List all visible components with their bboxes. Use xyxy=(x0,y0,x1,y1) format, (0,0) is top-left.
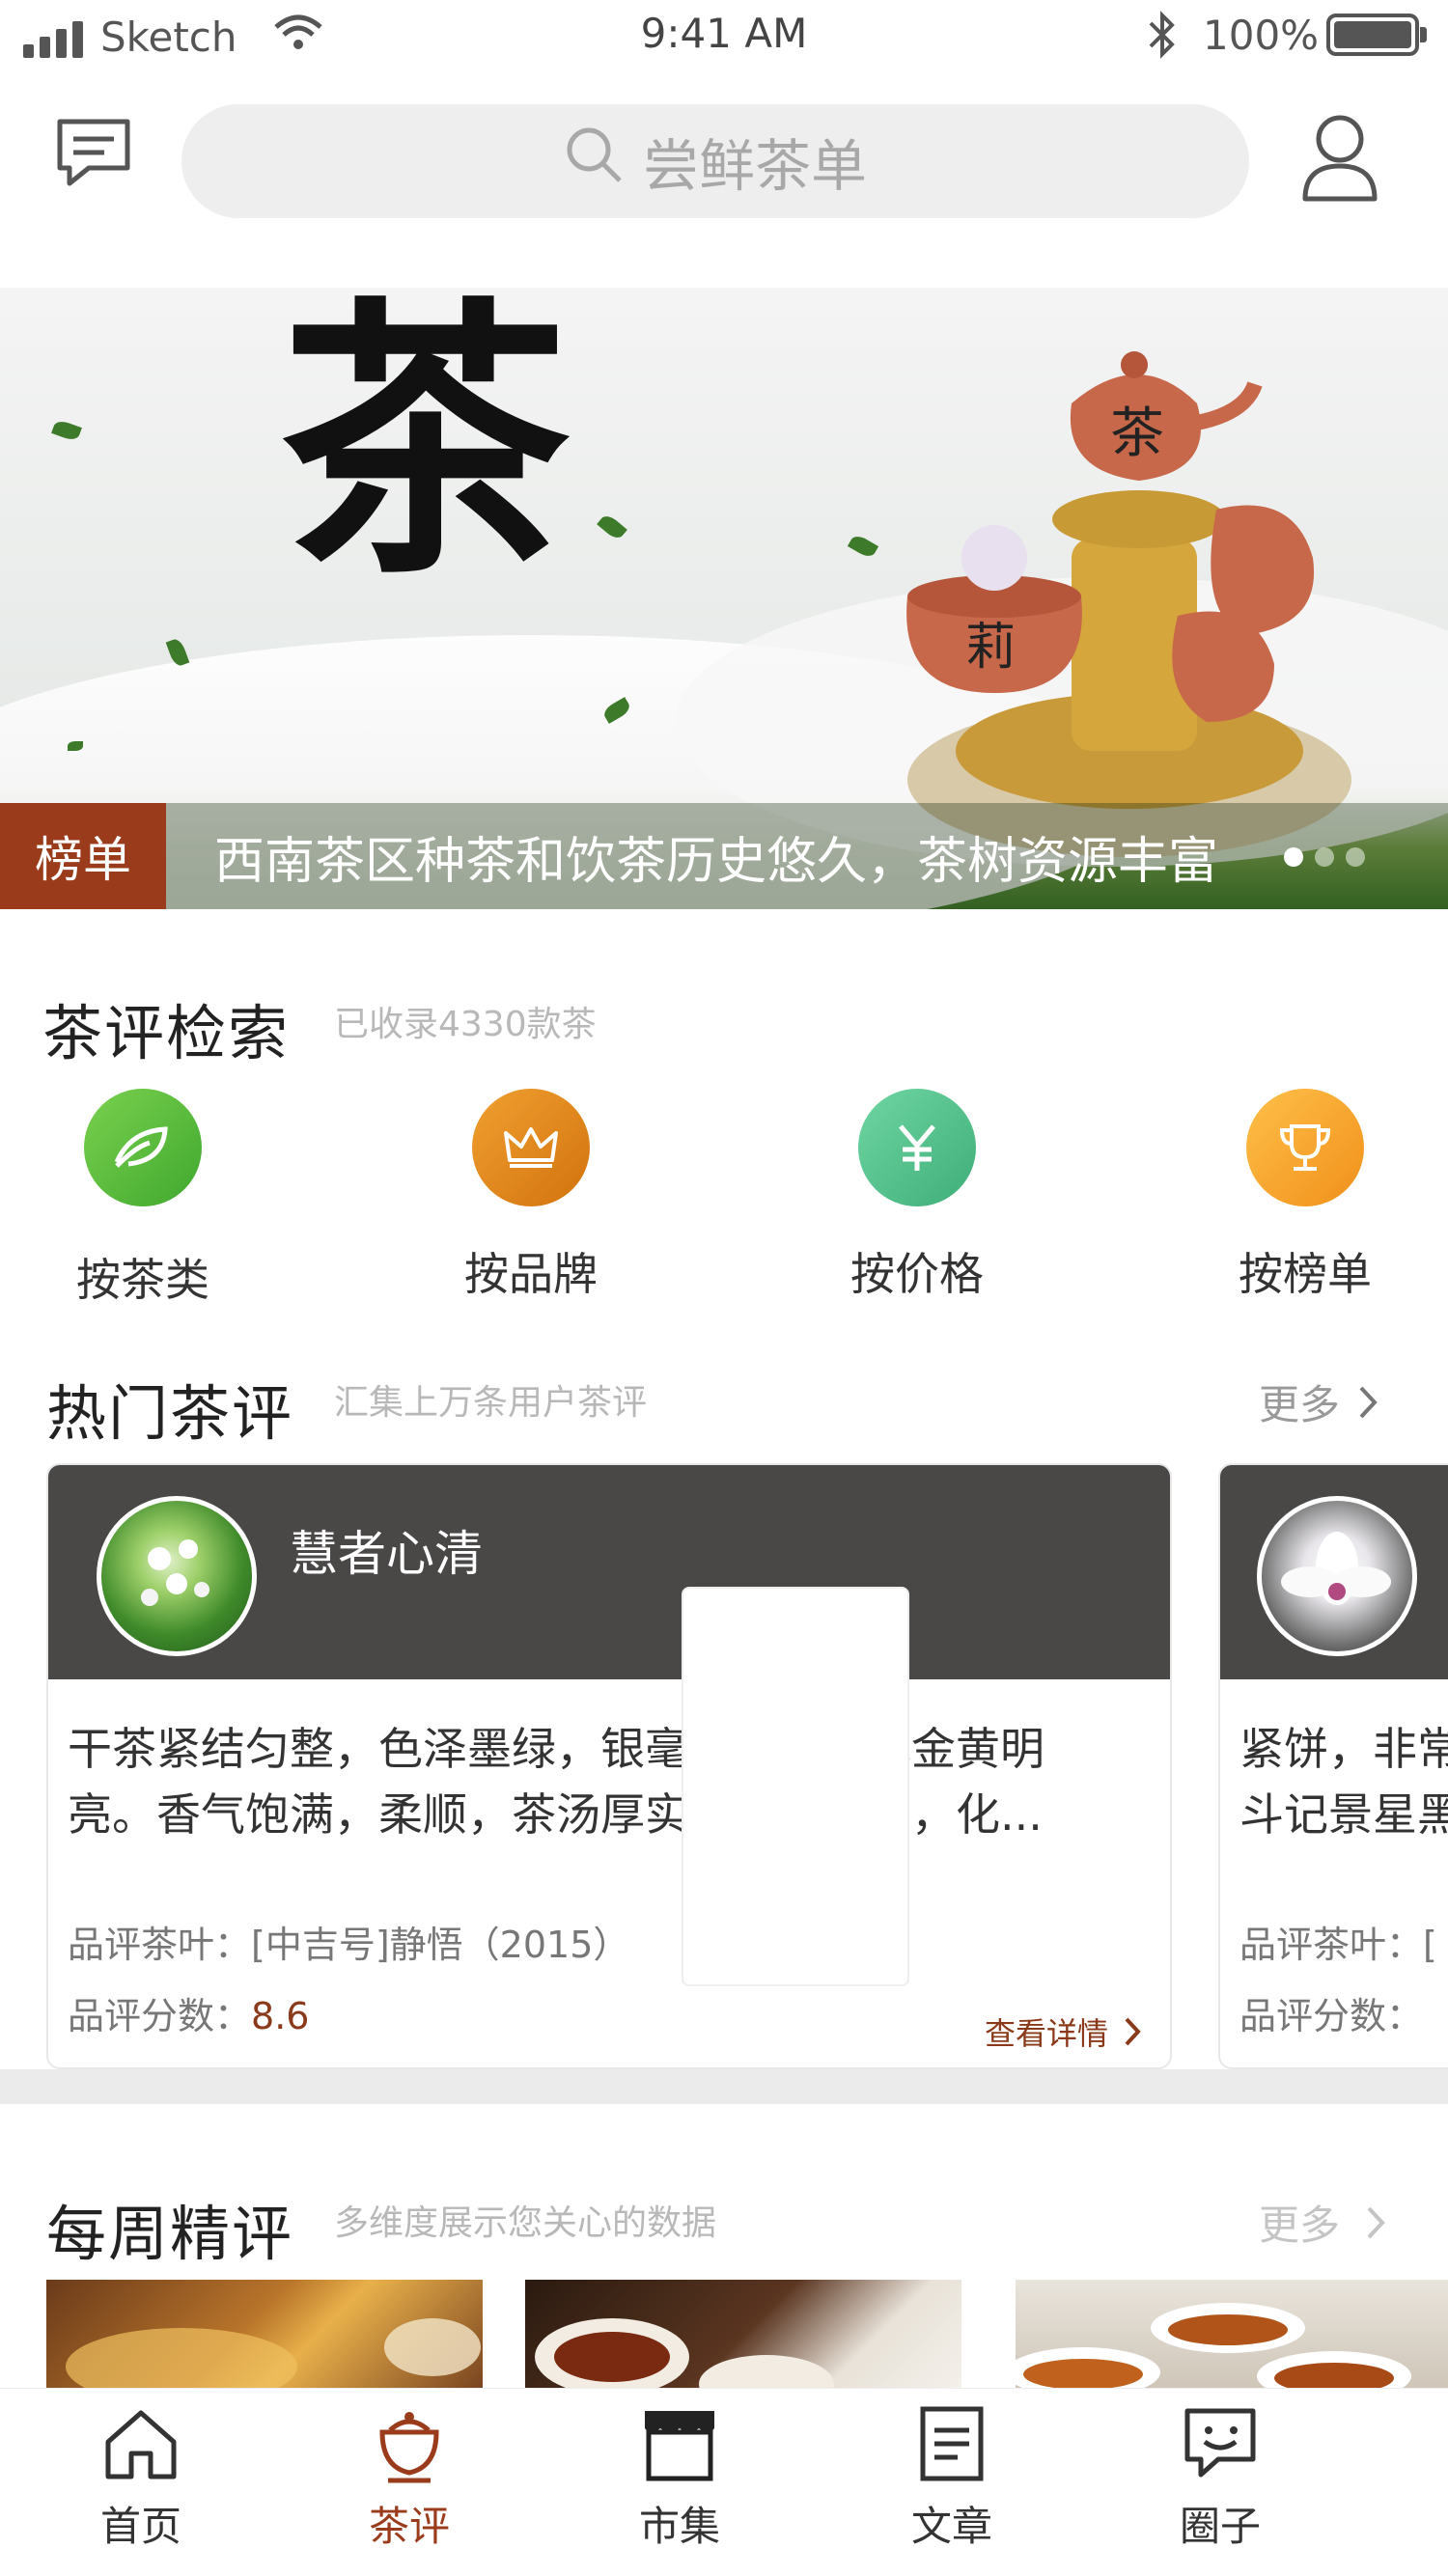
article-icon xyxy=(911,2403,992,2484)
category-label: 按榜单 xyxy=(1239,1248,1372,1300)
status-bar: Sketch 9:41 AM 100% xyxy=(0,0,1448,77)
weekly-thumbnail-image[interactable] xyxy=(525,2280,961,2388)
battery-icon xyxy=(1326,14,1427,56)
battery-percent: 100% xyxy=(1203,12,1320,59)
review-card[interactable]: 慧者心清 干茶紧结匀整，色泽墨绿，银毫显露。汤色金黄明亮。香气饱满，柔顺，茶汤厚… xyxy=(46,1463,1172,2069)
chevron-right-icon xyxy=(1125,2017,1141,2046)
tab-community[interactable]: 圈子 xyxy=(1133,2403,1307,2553)
tab-tea-review[interactable]: 茶评 xyxy=(322,2403,496,2553)
svg-text:莉: 莉 xyxy=(965,619,1016,677)
bluetooth-icon xyxy=(1143,8,1182,71)
banner-caption: 西南茶区种茶和饮茶历史悠久，茶树资源丰富 xyxy=(214,833,1219,891)
teapot-sculpture-image: 茶 莉 xyxy=(906,351,1351,857)
tab-market[interactable]: 市集 xyxy=(593,2403,766,2553)
review-text: 紧饼，非常 斗记景星黑 xyxy=(1239,1723,1448,1841)
store-icon xyxy=(639,2403,720,2484)
leaf-icon xyxy=(84,1089,202,1206)
avatar xyxy=(1257,1496,1417,1656)
weekly-more-link[interactable]: 更多 xyxy=(1259,2193,1386,2252)
category-label: 按价格 xyxy=(850,1248,984,1300)
banner-carousel[interactable]: 茶 茶 莉 榜单 西南茶区种茶和饮茶历史悠久，茶树资源丰富 xyxy=(0,288,1448,909)
yen-icon xyxy=(858,1089,976,1206)
review-tea: 品评茶叶：[ xyxy=(1239,1924,1437,1966)
tab-label: 文章 xyxy=(910,2503,992,2550)
more-label: 更多 xyxy=(1259,2202,1341,2249)
search-placeholder: 尝鲜茶单 xyxy=(642,133,867,199)
category-by-price[interactable]: 按价格 xyxy=(801,1089,1033,1303)
category-label: 按茶类 xyxy=(76,1254,209,1306)
tab-label: 市集 xyxy=(638,2503,720,2550)
hot-reviews-more-link[interactable]: 更多 xyxy=(1259,1372,1378,1431)
chevron-right-icon xyxy=(1367,2206,1385,2238)
weekly-thumbnail-image[interactable] xyxy=(46,2280,483,2388)
trophy-icon xyxy=(1246,1089,1364,1206)
tab-label: 圈子 xyxy=(1179,2503,1261,2550)
review-score: 品评分数： xyxy=(1239,1995,1424,2037)
tab-home[interactable]: 首页 xyxy=(54,2403,228,2553)
view-details-link[interactable]: 查看详情 xyxy=(985,2009,1141,2054)
section-divider xyxy=(0,2069,1448,2104)
tab-label: 茶评 xyxy=(368,2503,450,2550)
section-subtitle-tea-search: 已收录4330款茶 xyxy=(334,1005,597,1044)
chevron-right-icon xyxy=(1359,1386,1378,1418)
weekly-thumbnail-image[interactable] xyxy=(1016,2280,1448,2388)
section-subtitle-hot-reviews: 汇集上万条用户茶评 xyxy=(334,1383,648,1423)
avatar xyxy=(97,1496,257,1656)
banner-calligraphy: 茶 xyxy=(280,288,570,612)
message-icon[interactable] xyxy=(50,108,137,195)
home-icon xyxy=(100,2403,181,2484)
category-by-tea-type[interactable]: 按茶类 xyxy=(27,1089,259,1309)
tea-cup-icon xyxy=(369,2403,450,2484)
more-label: 更多 xyxy=(1259,1381,1341,1428)
category-by-brand[interactable]: 按品牌 xyxy=(415,1089,647,1303)
banner-tag[interactable]: 榜单 xyxy=(0,803,166,909)
svg-text:茶: 茶 xyxy=(1110,402,1164,465)
search-bar[interactable]: 尝鲜茶单 xyxy=(181,104,1249,218)
crown-icon xyxy=(472,1089,590,1206)
category-by-ranking[interactable]: 按榜单 xyxy=(1189,1089,1421,1303)
section-title-tea-search: 茶评检索 xyxy=(42,998,291,1068)
review-text: 干茶紧结匀整，色泽墨绿，银毫显露。汤色金黄明亮。香气饱满，柔顺，茶汤厚实，入口较… xyxy=(68,1723,1044,1841)
user-profile-icon[interactable] xyxy=(1292,108,1388,205)
category-label: 按品牌 xyxy=(464,1248,598,1300)
section-title-hot-reviews: 热门茶评 xyxy=(46,1378,294,1449)
search-icon xyxy=(564,125,624,198)
reviewer-name: 慧者心清 xyxy=(290,1526,483,1582)
section-subtitle-weekly: 多维度展示您关心的数据 xyxy=(334,2203,717,2243)
card-overlay-panel xyxy=(682,1587,909,1986)
review-score: 品评分数：8.6 xyxy=(68,1995,310,2037)
section-title-weekly: 每周精评 xyxy=(46,2199,294,2269)
review-card[interactable]: 紧饼，非常 斗记景星黑 品评茶叶：[ 品评分数： xyxy=(1218,1463,1448,2069)
tab-articles[interactable]: 文章 xyxy=(865,2403,1039,2553)
carousel-indicator[interactable] xyxy=(1284,847,1365,867)
chat-bubble-icon xyxy=(1180,2403,1261,2484)
tab-label: 首页 xyxy=(99,2503,181,2550)
review-tea: 品评茶叶：[中吉号]静悟（2015） xyxy=(68,1924,630,1966)
